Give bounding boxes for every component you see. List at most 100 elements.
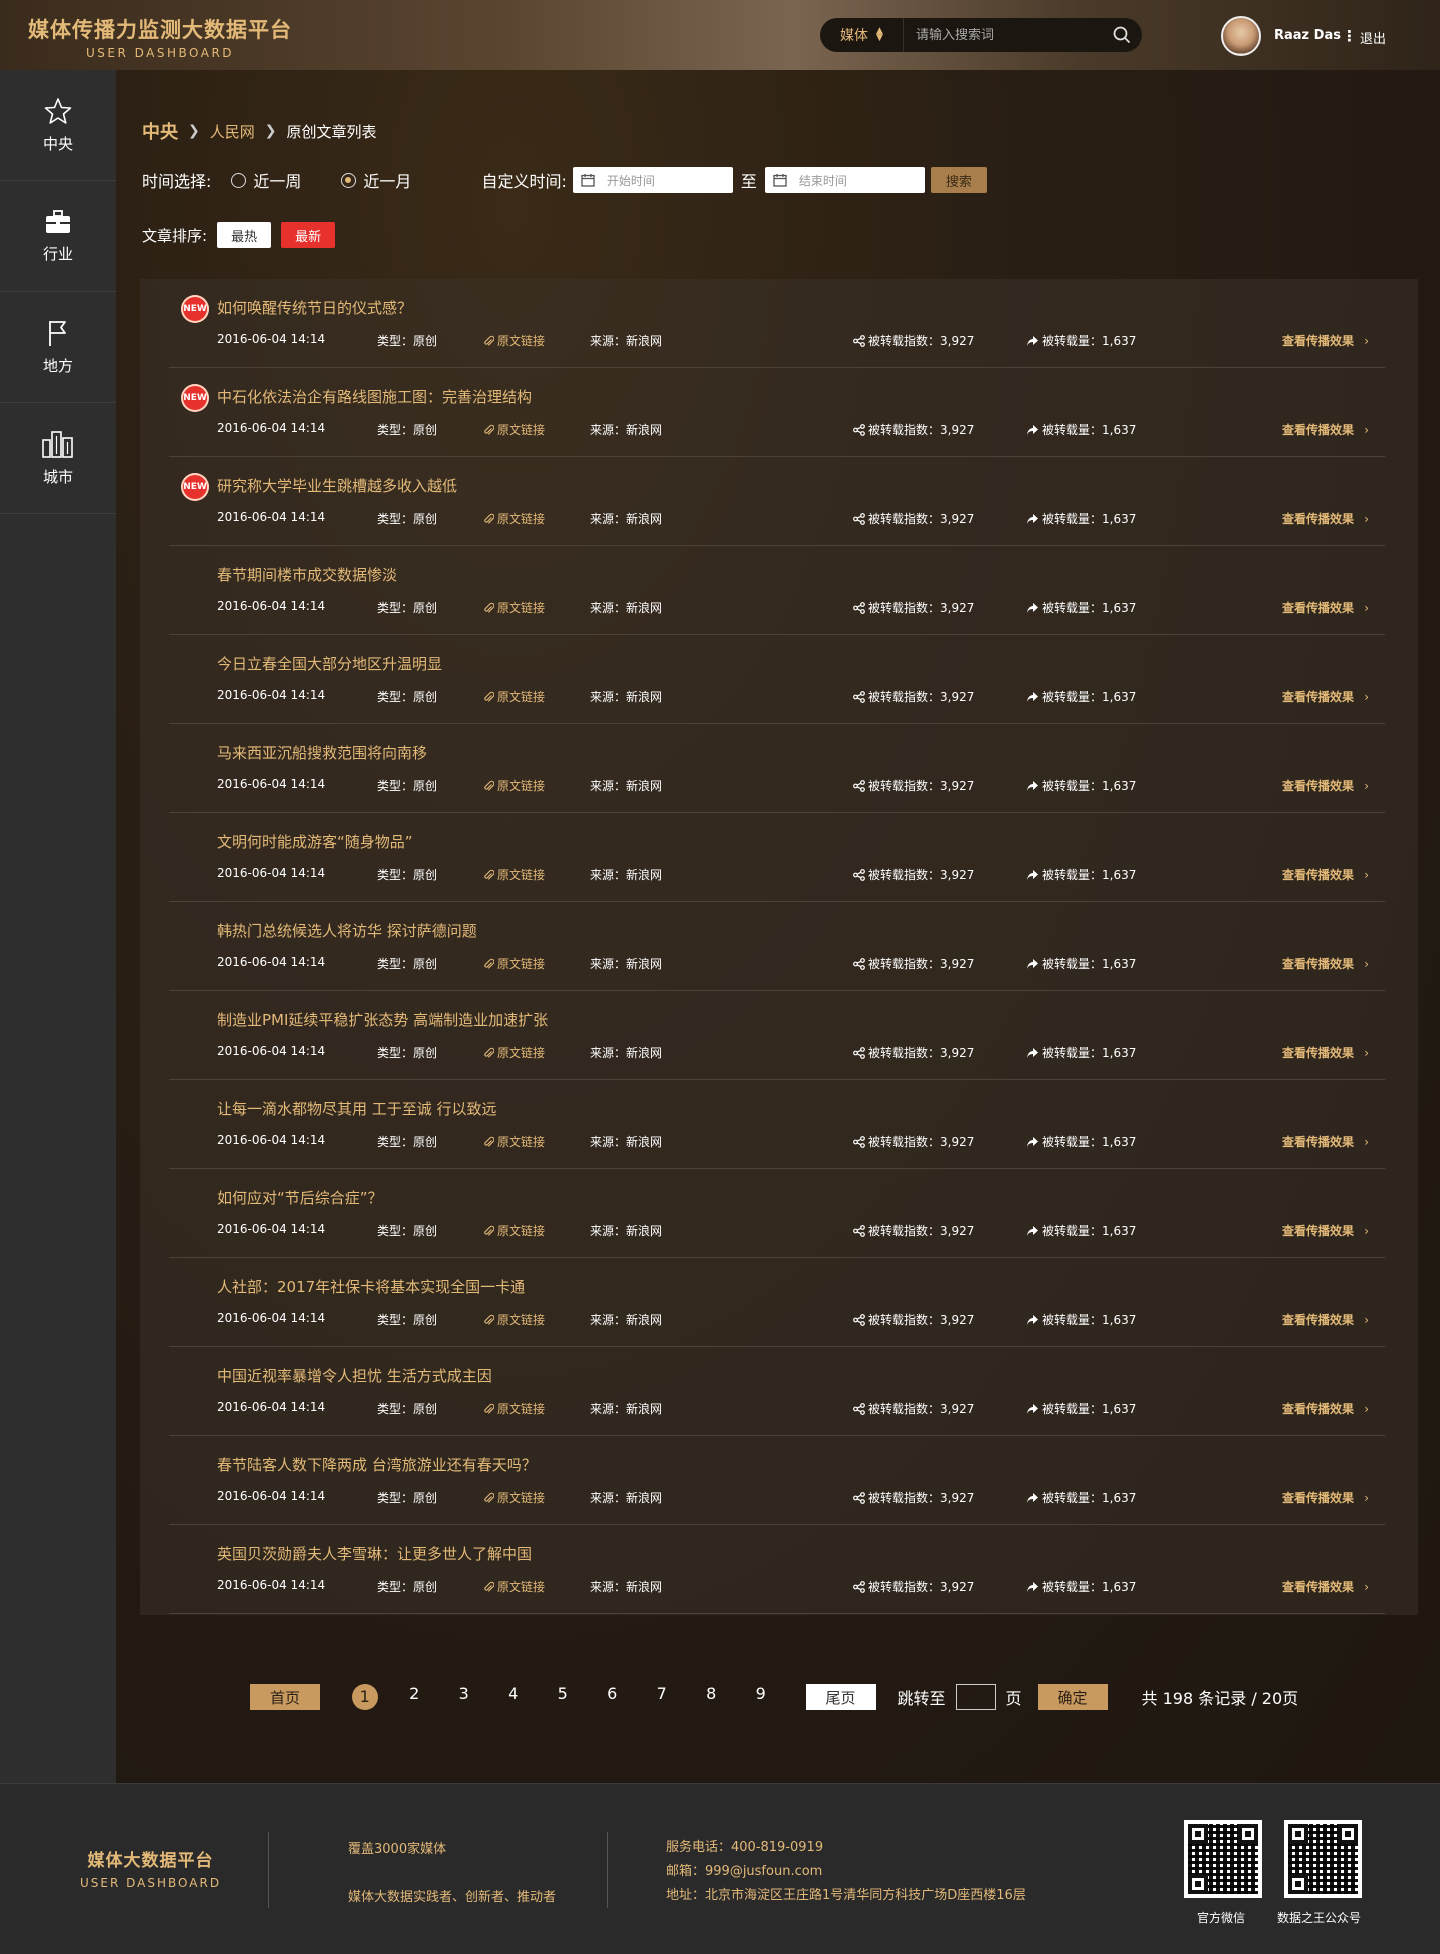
page-number-button[interactable]: 4 — [489, 1684, 539, 1710]
view-effect-link[interactable]: 查看传播效果 › — [1282, 866, 1369, 883]
avatar[interactable] — [1221, 16, 1261, 56]
jump-page-input[interactable] — [955, 1684, 996, 1710]
original-link[interactable]: 原文链接 — [483, 1489, 545, 1507]
breadcrumb-item-site[interactable]: 人民网 — [210, 121, 255, 142]
paperclip-icon — [483, 1314, 495, 1329]
repost-count: 被转载量：1,637 — [1026, 1044, 1136, 1062]
sidebar-item-city[interactable]: 城市 — [0, 403, 116, 514]
logout-link[interactable]: 退出 — [1360, 28, 1386, 47]
share-icon — [853, 1136, 865, 1151]
more-vertical-icon[interactable]: ⋮ — [1342, 27, 1357, 45]
article-title[interactable]: 如何唤醒传统节日的仪式感？ — [217, 297, 412, 318]
end-date-input[interactable]: 结束时间 — [764, 167, 925, 193]
article-title[interactable]: 春节期间楼市成交数据惨淡 — [217, 564, 397, 585]
original-link[interactable]: 原文链接 — [483, 1311, 545, 1329]
original-link[interactable]: 原文链接 — [483, 1133, 545, 1151]
view-effect-link[interactable]: 查看传播效果 › — [1282, 332, 1369, 349]
article-title[interactable]: 人社部：2017年社保卡将基本实现全国一卡通 — [217, 1276, 525, 1297]
view-effect-link[interactable]: 查看传播效果 › — [1282, 421, 1369, 438]
original-link[interactable]: 原文链接 — [483, 421, 545, 439]
breadcrumb-item-central[interactable]: 中央 — [142, 118, 178, 144]
repost-index-value: 被转载指数：3,927 — [868, 1135, 975, 1149]
page-number-button[interactable]: 8 — [687, 1684, 737, 1710]
sort-newest-button[interactable]: 最新 — [281, 222, 336, 248]
jump-confirm-button[interactable]: 确定 — [1037, 1684, 1108, 1710]
view-effect-link[interactable]: 查看传播效果 › — [1282, 1578, 1369, 1595]
username[interactable]: Raaz Das — [1274, 28, 1341, 43]
article-title[interactable]: 让每一滴水都物尽其用 工于至诚 行以致远 — [217, 1098, 497, 1119]
view-effect-label: 查看传播效果 — [1282, 601, 1355, 615]
radio-last-month[interactable]: 近一月 — [341, 168, 411, 192]
article-title[interactable]: 研究称大学毕业生跳槽越多收入越低 — [217, 475, 457, 496]
app-logo[interactable]: 媒体传播力监测大数据平台 USER DASHBOARD — [28, 14, 292, 60]
article-title[interactable]: 中石化依法治企有路线图施工图：完善治理结构 — [217, 386, 532, 407]
page-number-button[interactable]: 7 — [637, 1684, 687, 1710]
original-link[interactable]: 原文链接 — [483, 1044, 545, 1062]
article-type: 类型：原创 — [377, 1580, 438, 1594]
page-number-button[interactable]: 5 — [538, 1684, 588, 1710]
page-number-label: 7 — [656, 1684, 667, 1703]
article-title[interactable]: 英国贝茨勋爵夫人李雪琳：让更多世人了解中国 — [217, 1543, 532, 1564]
radio-last-week[interactable]: 近一周 — [231, 168, 301, 192]
start-date-input[interactable]: 开始时间 — [572, 167, 733, 193]
view-effect-link[interactable]: 查看传播效果 › — [1282, 1133, 1369, 1150]
view-effect-link[interactable]: 查看传播效果 › — [1282, 1400, 1369, 1417]
original-link[interactable]: 原文链接 — [483, 1400, 545, 1418]
paperclip-icon — [483, 958, 495, 973]
search-category-select[interactable]: 媒体 ▲ ▼ — [820, 18, 904, 52]
original-link[interactable]: 原文链接 — [483, 332, 545, 350]
view-effect-link[interactable]: 查看传播效果 › — [1282, 777, 1369, 794]
sidebar-item-central[interactable]: 中央 — [0, 70, 116, 181]
chevron-right-icon: › — [1364, 601, 1370, 615]
view-effect-link[interactable]: 查看传播效果 › — [1282, 510, 1369, 527]
view-effect-label: 查看传播效果 — [1282, 1580, 1355, 1594]
first-page-button[interactable]: 首页 — [250, 1684, 320, 1710]
page-number-button[interactable]: 1 — [340, 1684, 390, 1710]
view-effect-link[interactable]: 查看传播效果 › — [1282, 955, 1369, 972]
page-number-button[interactable]: 6 — [588, 1684, 638, 1710]
article-title[interactable]: 文明何时能成游客“随身物品” — [217, 831, 413, 852]
article-row: NEW 研究称大学毕业生跳槽越多收入越低 2016-06-04 14:14 类型：原创… — [169, 457, 1385, 546]
last-page-button[interactable]: 尾页 — [805, 1684, 876, 1710]
search-input[interactable] — [904, 27, 1102, 43]
view-effect-link[interactable]: 查看传播效果 › — [1282, 1222, 1369, 1239]
original-link[interactable]: 原文链接 — [483, 866, 545, 884]
original-link[interactable]: 原文链接 — [483, 1578, 545, 1596]
article-title[interactable]: 今日立春全国大部分地区升温明显 — [217, 653, 442, 674]
article-type: 类型：原创 — [377, 957, 438, 971]
original-link[interactable]: 原文链接 — [483, 510, 545, 528]
article-title[interactable]: 春节陆客人数下降两成 台湾旅游业还有春天吗？ — [217, 1454, 537, 1475]
article-title[interactable]: 制造业PMI延续平稳扩张态势 高端制造业加速扩张 — [217, 1009, 548, 1030]
original-link[interactable]: 原文链接 — [483, 599, 545, 617]
view-effect-link[interactable]: 查看传播效果 › — [1282, 1489, 1369, 1506]
original-link[interactable]: 原文链接 — [483, 688, 545, 706]
repost-count-value: 被转载量：1,637 — [1042, 779, 1137, 793]
view-effect-link[interactable]: 查看传播效果 › — [1282, 599, 1369, 616]
footer-address: 地址：北京市海淀区王庄路1号清华同方科技广场D座西楼16层 — [666, 1888, 1026, 1903]
sort-hot-button[interactable]: 最热 — [217, 222, 272, 248]
repost-index-value: 被转载指数：3,927 — [868, 334, 975, 348]
original-link[interactable]: 原文链接 — [483, 777, 545, 795]
sidebar-item-industry[interactable]: 行业 — [0, 181, 116, 292]
article-type: 类型：原创 — [377, 690, 438, 704]
article-title[interactable]: 马来西亚沉船搜救范围将向南移 — [217, 742, 427, 763]
search-icon[interactable] — [1102, 26, 1142, 44]
date-search-button[interactable]: 搜索 — [930, 167, 987, 193]
original-link[interactable]: 原文链接 — [483, 955, 545, 973]
article-title[interactable]: 如何应对“节后综合症”？ — [217, 1187, 383, 1208]
view-effect-link[interactable]: 查看传播效果 › — [1282, 688, 1369, 705]
page-number-button[interactable]: 2 — [390, 1684, 440, 1710]
article-title[interactable]: 韩热门总统候选人将访华 探讨萨德问题 — [217, 920, 477, 941]
article-type: 类型：原创 — [377, 1224, 438, 1238]
article-source: 来源：新浪网 — [590, 1313, 663, 1327]
sidebar-item-local[interactable]: 地方 — [0, 292, 116, 403]
forward-icon — [1026, 1581, 1039, 1596]
original-link[interactable]: 原文链接 — [483, 1222, 545, 1240]
page-number-button[interactable]: 3 — [439, 1684, 489, 1710]
article-title[interactable]: 中国近视率暴增令人担忧 生活方式成主因 — [217, 1365, 492, 1386]
view-effect-link[interactable]: 查看传播效果 › — [1282, 1044, 1369, 1061]
view-effect-link[interactable]: 查看传播效果 › — [1282, 1311, 1369, 1328]
original-link-label: 原文链接 — [497, 1135, 546, 1149]
page-number-button[interactable]: 9 — [736, 1684, 786, 1710]
original-link-label: 原文链接 — [497, 601, 546, 615]
